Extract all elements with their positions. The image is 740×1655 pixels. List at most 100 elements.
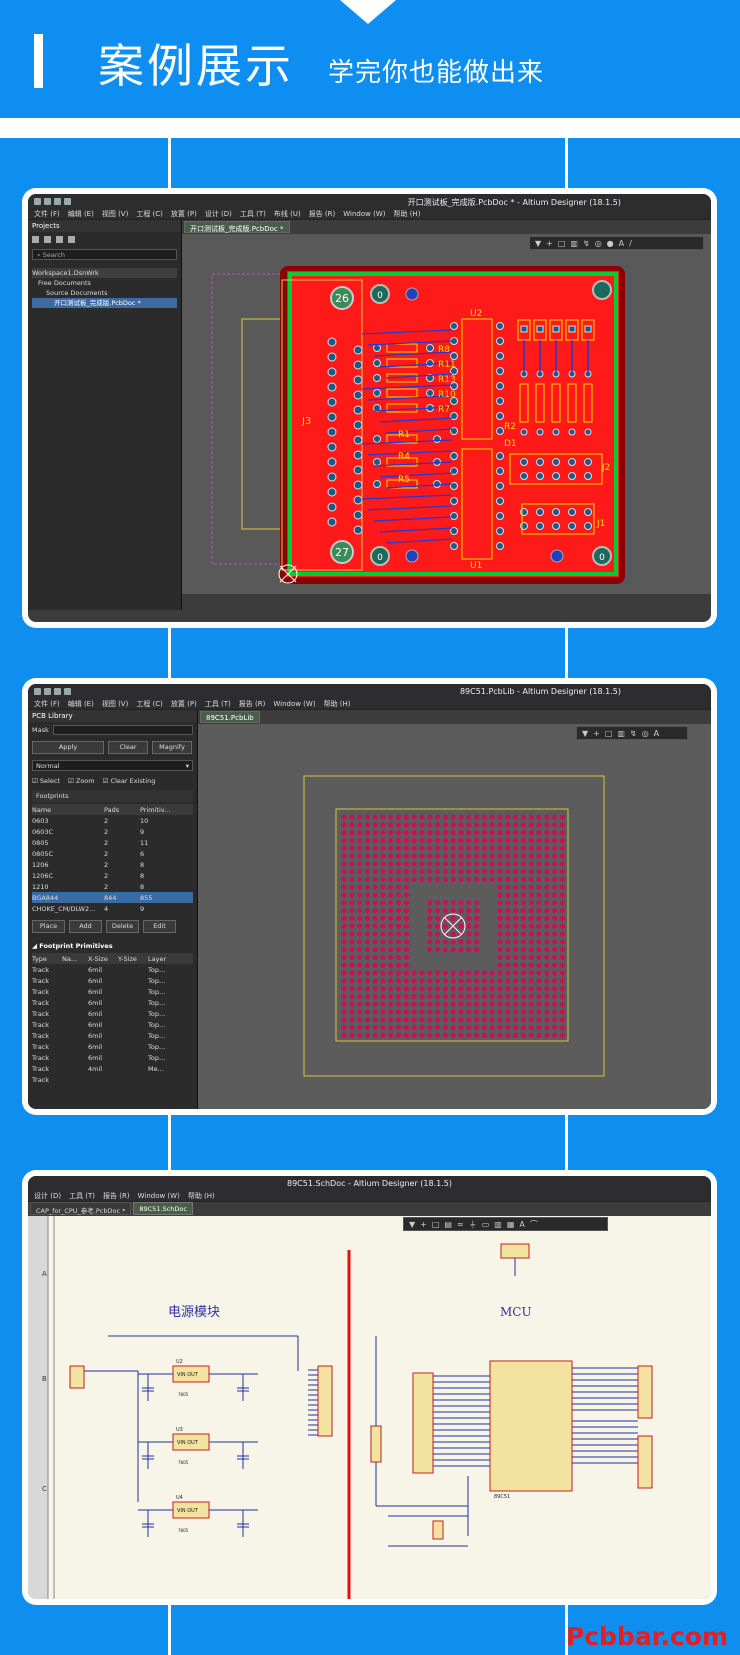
menu-item[interactable]: 文件 (F) bbox=[34, 209, 60, 219]
menu-item[interactable]: 编辑 (E) bbox=[68, 699, 94, 709]
place-button[interactable]: Place bbox=[32, 920, 65, 933]
pad-icon[interactable]: ◎ bbox=[595, 239, 602, 248]
doc-tab-cap[interactable]: CAP_for_CPU_参考.PcbDoc * bbox=[30, 1202, 132, 1215]
table-row[interactable]: Track bbox=[32, 1074, 193, 1085]
schematic-canvas[interactable]: ▼ + □ ▤ ≈ ⏚ ▭ ▥ ▦ A ⌒ A B C 电源模块 MCU VIN OUT 7805 U2… bbox=[28, 1216, 711, 1599]
save-all-icon[interactable] bbox=[54, 687, 61, 695]
table-row[interactable]: Track 6mil Top... bbox=[32, 1030, 193, 1041]
table-row[interactable]: CHOKE_CM/DLW2... 4 9 bbox=[32, 903, 193, 914]
open-icon[interactable] bbox=[64, 687, 71, 695]
table-row[interactable]: Track 6mil Top... bbox=[32, 986, 193, 997]
pad-icon[interactable]: ◎ bbox=[642, 729, 649, 738]
arc-icon[interactable]: ⌒ bbox=[530, 1219, 538, 1230]
menu-item[interactable]: 工程 (C) bbox=[136, 209, 163, 219]
doc-tab-pcb[interactable]: 开口测试板_完成版.PcbDoc * bbox=[184, 221, 290, 233]
menu-item[interactable]: 放置 (P) bbox=[171, 699, 197, 709]
quick-access-toolbar[interactable] bbox=[34, 197, 71, 205]
magnify-button[interactable]: Magnify bbox=[152, 741, 192, 754]
mode-select[interactable]: Normal ▾ bbox=[32, 760, 193, 771]
chart-icon[interactable]: ▥ bbox=[617, 729, 625, 738]
menu-item[interactable]: 报告 (R) bbox=[239, 699, 266, 709]
select-icon[interactable]: □ bbox=[605, 729, 613, 738]
menu-item[interactable]: 视图 (V) bbox=[102, 209, 128, 219]
table-row[interactable]: 0805 2 11 bbox=[32, 837, 193, 848]
menu-item[interactable]: 帮助 (H) bbox=[324, 699, 351, 709]
table-row[interactable]: Track 6mil Top... bbox=[32, 997, 193, 1008]
table-row[interactable]: Track 6mil Top... bbox=[32, 964, 193, 975]
text-icon[interactable]: A bbox=[619, 239, 624, 248]
save-icon[interactable] bbox=[44, 197, 51, 205]
menu-item[interactable]: Window (W) bbox=[273, 700, 315, 708]
menu-item[interactable]: 放置 (P) bbox=[171, 209, 197, 219]
tree-item-workspace[interactable]: Workspace1.DsnWrk bbox=[32, 268, 177, 278]
route-icon[interactable]: ↯ bbox=[583, 239, 590, 248]
table-row[interactable]: 1210 2 8 bbox=[32, 881, 193, 892]
menu-item[interactable]: 布线 (U) bbox=[274, 209, 301, 219]
table-row[interactable]: Track 4mil Me... bbox=[32, 1063, 193, 1074]
doc-tab-pcblib[interactable]: 89C51.PcbLib bbox=[200, 711, 260, 723]
menu-item[interactable]: 工程 (C) bbox=[136, 699, 163, 709]
select-checkbox[interactable]: ☑ Select bbox=[32, 777, 60, 785]
menu-item[interactable]: 设计 (D) bbox=[205, 209, 232, 219]
text-icon[interactable]: A bbox=[519, 1220, 524, 1229]
zoom-checkbox[interactable]: ☑ Zoom bbox=[68, 777, 95, 785]
table-header[interactable]: Type Na... X-Size Y-Size Layer bbox=[32, 953, 193, 964]
tree-item-pcbdoc[interactable]: 开口测试板_完成版.PcbDoc * bbox=[32, 298, 177, 308]
table-row[interactable]: BGA844 844 855 bbox=[32, 892, 193, 903]
pcb-canvas[interactable]: ▼ + □ ▥ ↯ ◎ ● A/ 26 27 0 0 0 J3 U2 U1 R8… bbox=[182, 234, 711, 594]
menu-item[interactable]: Window (W) bbox=[343, 210, 385, 218]
table-row[interactable]: 0603C 2 9 bbox=[32, 826, 193, 837]
add-icon[interactable]: + bbox=[593, 729, 600, 738]
menu-item[interactable]: 帮助 (H) bbox=[188, 1191, 215, 1201]
menu-item[interactable]: 报告 (R) bbox=[103, 1191, 130, 1201]
wire-icon[interactable]: ≈ bbox=[457, 1220, 464, 1229]
tree-item-free-documents[interactable]: Free Documents bbox=[32, 278, 177, 288]
port-icon[interactable]: ▭ bbox=[482, 1220, 490, 1229]
add-button[interactable]: Add bbox=[69, 920, 102, 933]
tree-item-source-documents[interactable]: Source Documents bbox=[32, 288, 177, 298]
doc-tab-schdoc[interactable]: 89C51.SchDoc bbox=[133, 1202, 193, 1215]
apply-button[interactable]: Apply bbox=[32, 741, 104, 754]
save-icon[interactable] bbox=[44, 687, 51, 695]
table-row[interactable]: Track 6mil Top... bbox=[32, 1052, 193, 1063]
menu-item[interactable]: 工具 (T) bbox=[69, 1191, 95, 1201]
delete-button[interactable]: Delete bbox=[106, 920, 139, 933]
route-icon[interactable]: ↯ bbox=[630, 729, 637, 738]
chart-icon[interactable]: ▥ bbox=[570, 239, 578, 248]
power-icon[interactable]: ⏚ bbox=[469, 1219, 477, 1230]
table-row[interactable]: Track 6mil Top... bbox=[32, 975, 193, 986]
select-icon[interactable]: □ bbox=[558, 239, 566, 248]
quick-access-toolbar[interactable] bbox=[34, 687, 71, 695]
filter-icon[interactable]: ▼ bbox=[409, 1220, 415, 1229]
table-header[interactable]: Name Pads Primitiv... bbox=[32, 804, 193, 815]
project-icon[interactable] bbox=[44, 236, 51, 243]
edit-button[interactable]: Edit bbox=[143, 920, 176, 933]
add-icon[interactable]: + bbox=[546, 239, 553, 248]
menu-item[interactable]: 编辑 (E) bbox=[68, 209, 94, 219]
align-icon[interactable]: ▤ bbox=[444, 1220, 452, 1229]
table-row[interactable]: 0603 2 10 bbox=[32, 815, 193, 826]
table-row[interactable]: Track 6mil Top... bbox=[32, 1008, 193, 1019]
clear-existing-checkbox[interactable]: ☑ Clear Existing bbox=[103, 777, 156, 785]
table-row[interactable]: Track 6mil Top... bbox=[32, 1041, 193, 1052]
menu-item[interactable]: Window (W) bbox=[138, 1192, 180, 1200]
table-row[interactable]: 0805C 2 6 bbox=[32, 848, 193, 859]
table-row[interactable]: 1206 2 8 bbox=[32, 859, 193, 870]
save-all-icon[interactable] bbox=[54, 197, 61, 205]
filter-icon[interactable]: ▼ bbox=[582, 729, 588, 738]
menu-item[interactable]: 报告 (R) bbox=[309, 209, 336, 219]
menu-item[interactable]: 视图 (V) bbox=[102, 699, 128, 709]
clear-button[interactable]: Clear bbox=[108, 741, 148, 754]
footprint-canvas[interactable]: ▼ + □ ▥ ↯ ◎ A bbox=[198, 724, 711, 1109]
menu-item[interactable]: 帮助 (H) bbox=[393, 209, 420, 219]
menu-item[interactable]: 工具 (T) bbox=[205, 699, 231, 709]
gear-icon[interactable] bbox=[68, 236, 75, 243]
folder-icon[interactable] bbox=[56, 236, 63, 243]
add-icon[interactable]: + bbox=[420, 1220, 427, 1229]
search-input[interactable]: ⌕ Search bbox=[32, 249, 177, 260]
filter-icon[interactable]: ▼ bbox=[535, 239, 541, 248]
menu-item[interactable]: 工具 (T) bbox=[240, 209, 266, 219]
line-icon[interactable]: / bbox=[629, 239, 632, 248]
select-icon[interactable]: □ bbox=[432, 1220, 440, 1229]
sheet-icon[interactable]: ▦ bbox=[507, 1220, 515, 1229]
